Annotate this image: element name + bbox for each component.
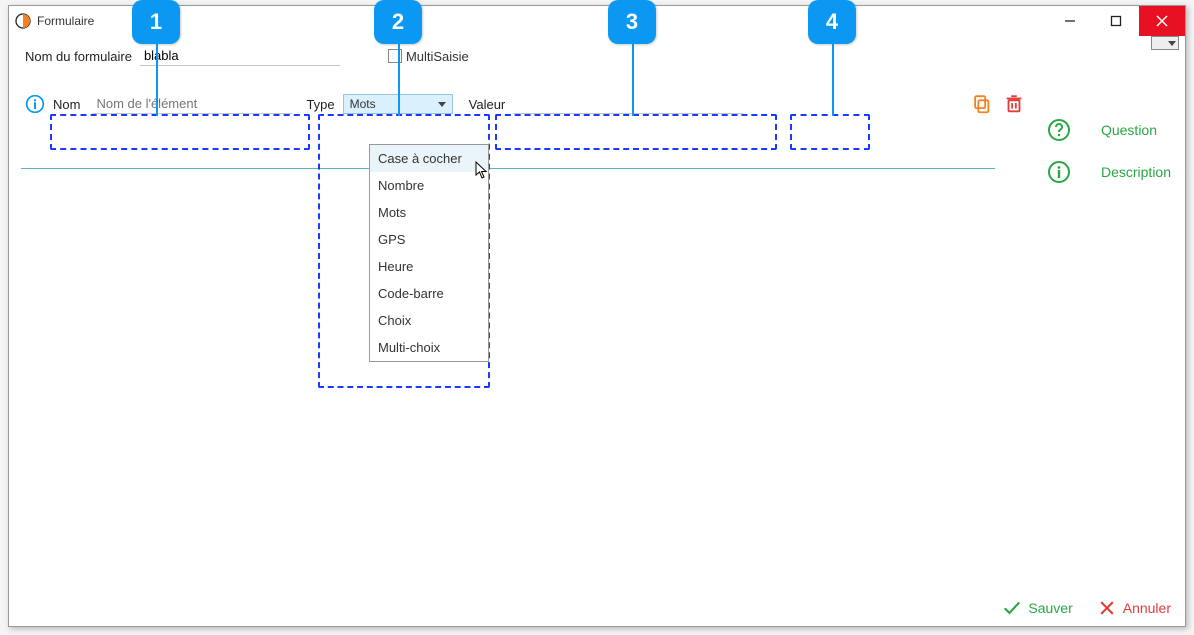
form-name-input[interactable]	[140, 46, 340, 66]
type-option[interactable]: Multi-choix	[370, 334, 488, 361]
footer: Sauver Annuler	[1002, 598, 1171, 618]
type-option[interactable]: Code-barre	[370, 280, 488, 307]
multisaisie-label: MultiSaisie	[406, 49, 469, 64]
form-header: Nom du formulaire MultiSaisie	[9, 42, 1185, 70]
window-controls	[1047, 6, 1185, 36]
type-option[interactable]: Mots	[370, 199, 488, 226]
save-button[interactable]: Sauver	[1002, 598, 1072, 618]
delete-icon[interactable]	[1003, 93, 1025, 115]
type-option[interactable]: Case à cocher	[370, 145, 488, 172]
cancel-button[interactable]: Annuler	[1097, 598, 1171, 618]
row-divider	[21, 168, 995, 169]
cancel-label: Annuler	[1123, 600, 1171, 616]
copy-icon[interactable]	[971, 93, 993, 115]
app-window: Formulaire Nom du formulaire MultiSaisie…	[8, 5, 1186, 627]
type-option[interactable]: Choix	[370, 307, 488, 334]
cursor-icon	[475, 161, 489, 179]
type-selected-value: Mots	[350, 97, 376, 111]
valeur-label: Valeur	[469, 97, 506, 112]
callout-2: 2	[374, 0, 422, 44]
callout-4: 4	[808, 0, 856, 44]
callout-3: 3	[608, 0, 656, 44]
type-option[interactable]: GPS	[370, 226, 488, 253]
type-option[interactable]: Heure	[370, 253, 488, 280]
app-icon	[15, 13, 31, 29]
description-label: Description	[1101, 164, 1171, 180]
nom-label: Nom	[53, 97, 80, 112]
callout-1: 1	[132, 0, 180, 44]
titlebar: Formulaire	[9, 6, 1185, 36]
save-label: Sauver	[1028, 600, 1072, 616]
type-dropdown[interactable]: Case à cocher Nombre Mots GPS Heure Code…	[369, 144, 489, 362]
form-name-label: Nom du formulaire	[25, 49, 132, 64]
element-name-input[interactable]	[92, 94, 292, 114]
row-actions	[971, 93, 1025, 115]
type-option[interactable]: Nombre	[370, 172, 488, 199]
side-actions: Question Description	[1047, 118, 1171, 184]
maximize-button[interactable]	[1093, 6, 1139, 36]
close-button[interactable]	[1139, 6, 1185, 36]
type-label: Type	[306, 97, 334, 112]
minimize-button[interactable]	[1047, 6, 1093, 36]
description-action[interactable]: Description	[1047, 160, 1171, 184]
multisaisie-wrapper[interactable]: MultiSaisie	[388, 49, 469, 64]
window-title: Formulaire	[37, 14, 1047, 28]
info-icon	[1047, 160, 1071, 184]
help-icon	[1047, 118, 1071, 142]
aux-menu-button[interactable]	[1151, 36, 1179, 50]
info-icon[interactable]	[25, 94, 45, 114]
valeur-input[interactable]	[513, 94, 743, 114]
chevron-down-icon	[1168, 41, 1176, 46]
chevron-down-icon	[438, 102, 446, 107]
question-action[interactable]: Question	[1047, 118, 1171, 142]
question-label: Question	[1101, 122, 1157, 138]
element-row: Nom Type Mots Valeur	[9, 84, 1185, 124]
